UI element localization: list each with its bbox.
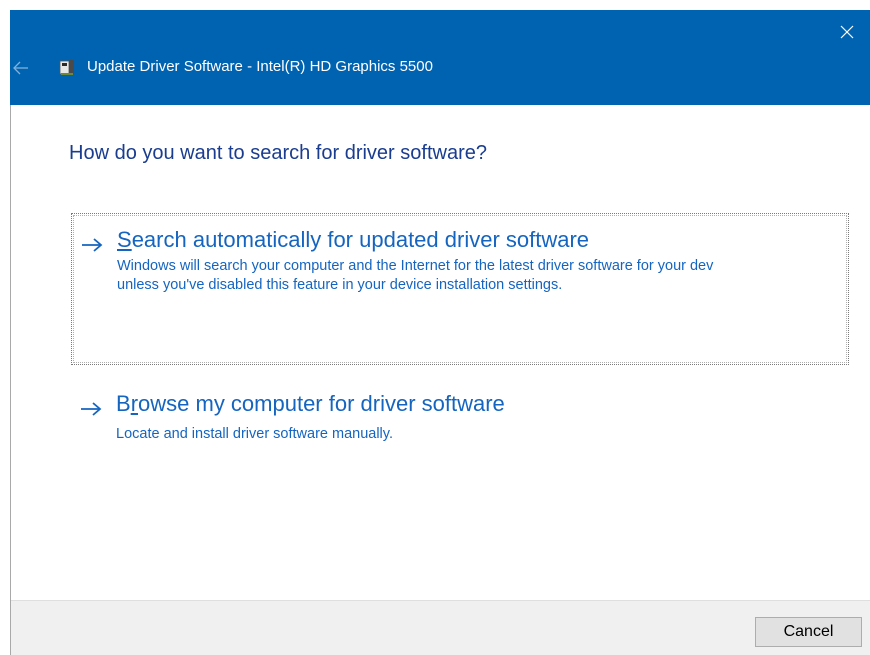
search-automatically-option[interactable]: Search automatically for updated driver …: [71, 213, 849, 365]
option-description: Windows will search your computer and th…: [117, 258, 714, 293]
page-heading: How do you want to search for driver sof…: [69, 142, 487, 164]
window-title: Update Driver Software - Intel(R) HD Gra…: [87, 58, 433, 75]
update-driver-dialog: Update Driver Software - Intel(R) HD Gra…: [0, 0, 870, 655]
access-key: r: [130, 391, 139, 416]
dialog-footer: [11, 600, 870, 655]
back-arrow-icon: [13, 61, 28, 75]
close-button[interactable]: [824, 10, 870, 54]
option-title: Browse my computer for driver software: [116, 391, 505, 416]
display-adapter-icon: [59, 60, 74, 75]
browse-computer-option[interactable]: Browse my computer for driver software L…: [71, 391, 849, 452]
dialog-border: [10, 105, 11, 655]
option-description: Locate and install driver software manua…: [116, 426, 393, 442]
back-button[interactable]: [10, 57, 32, 79]
cancel-button[interactable]: Cancel: [755, 617, 862, 647]
close-icon: [840, 25, 854, 39]
right-arrow-icon: [81, 402, 102, 416]
option-title: Search automatically for updated driver …: [117, 227, 590, 252]
access-key: S: [117, 227, 132, 252]
right-arrow-icon: [82, 238, 103, 252]
